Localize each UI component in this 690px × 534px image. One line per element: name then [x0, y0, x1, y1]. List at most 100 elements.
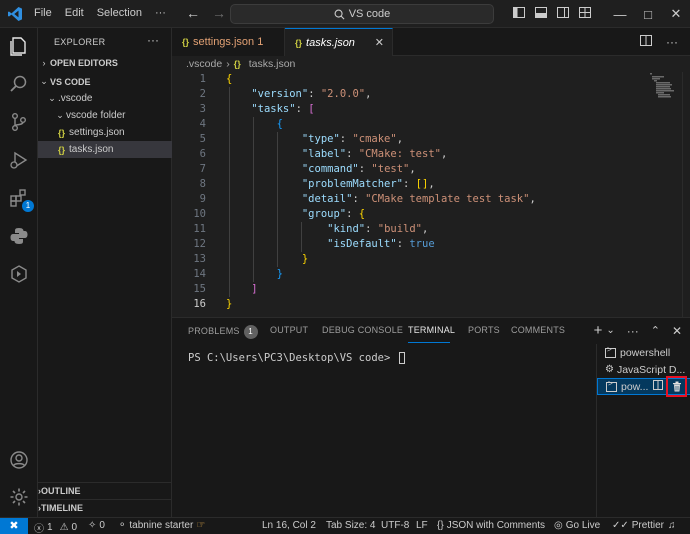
tab-tasks-json[interactable]: {} tasks.json ✕ — [285, 28, 393, 56]
prettier-status[interactable]: ✓✓ Prettier — [612, 520, 664, 531]
json-file-icon: {} — [295, 37, 303, 48]
folder-vscode[interactable]: ⌄ .vscode — [38, 90, 172, 107]
folder-vscode-folder[interactable]: ⌄ vscode folder — [38, 107, 172, 124]
maximize-panel-icon[interactable]: ⌃ — [651, 324, 660, 337]
file-tasks-json[interactable]: {} tasks.json — [38, 141, 172, 158]
more-actions-icon[interactable]: ··· — [627, 324, 639, 338]
check-icon: ✓✓ — [612, 520, 629, 531]
open-editors-label: OPEN EDITORS — [50, 57, 118, 68]
source-control-icon[interactable] — [7, 110, 31, 134]
file-label: settings.json — [69, 127, 125, 138]
json-file-icon: {} — [58, 144, 66, 155]
code-line: 6 "label": "CMake: test", — [199, 148, 448, 160]
active-tab-indicator — [408, 342, 450, 343]
tab-problems[interactable]: PROBLEMS 1 — [188, 325, 258, 339]
terminal-icon — [605, 345, 616, 358]
menu-edit[interactable]: Edit — [65, 7, 84, 19]
close-tab-icon[interactable]: ✕ — [375, 36, 384, 49]
code-line: 10 "group": { — [193, 208, 366, 220]
cursor-position[interactable]: Ln 16, Col 2 — [262, 520, 316, 531]
split-editor-icon[interactable] — [640, 35, 652, 49]
new-terminal-plus-icon[interactable]: + — [594, 322, 603, 339]
maximize-icon[interactable]: □ — [634, 7, 662, 22]
minimap[interactable] — [650, 73, 674, 107]
breadcrumb-folder[interactable]: .vscode — [186, 58, 222, 70]
tab-terminal[interactable]: TERMINAL — [408, 325, 455, 335]
back-arrow-icon[interactable]: ← — [186, 5, 200, 21]
code-line: 3 "tasks": [ — [199, 103, 315, 115]
search-icon — [334, 9, 345, 19]
menu-bar: File Edit Selection ··· — [34, 7, 179, 19]
editor-actions: ··· — [640, 35, 678, 49]
settings-gear-icon[interactable] — [7, 485, 31, 509]
terminal-item-label: powershell — [620, 346, 671, 359]
split-terminal-icon[interactable] — [653, 380, 663, 393]
code-line: 16} — [193, 298, 233, 310]
end-of-line[interactable]: LF — [416, 520, 428, 531]
chevron-down-icon: ⌄ — [56, 110, 64, 120]
close-window-icon[interactable]: ✕ — [662, 6, 690, 22]
terminal-item-pow[interactable]: pow... — [597, 376, 690, 397]
explorer-sidebar: EXPLORER ··· › OPEN EDITORS ⌄ VS CODE ⌄ … — [38, 28, 172, 517]
terminal-output[interactable]: PS C:\Users\PC3\Desktop\VS code> — [188, 352, 405, 364]
problems-count-badge: 1 — [243, 325, 258, 339]
outline-section[interactable]: › OUTLINE — [38, 482, 172, 499]
search-view-icon[interactable] — [7, 72, 31, 96]
tab-debug-console[interactable]: DEBUG CONSOLE — [322, 325, 403, 335]
nav-arrows: ← → — [186, 5, 226, 21]
code-line: 9 "detail": "CMake template test task", — [199, 193, 536, 205]
code-line: 11 "kind": "build", — [193, 223, 429, 235]
go-live-button[interactable]: ◎ Go Live — [554, 520, 600, 531]
breadcrumb-file[interactable]: tasks.json — [249, 58, 296, 70]
language-mode[interactable]: {} JSON with Comments — [437, 520, 545, 531]
menu-file[interactable]: File — [34, 7, 52, 19]
code-editor[interactable]: 1{ 2 "version": "2.0.0", 3 "tasks": [ 4 … — [172, 72, 690, 317]
explorer-icon[interactable] — [7, 34, 31, 58]
code-line: 2 "version": "2.0.0", — [199, 88, 372, 100]
more-actions-icon[interactable]: ··· — [666, 35, 678, 49]
open-editors-section[interactable]: › OPEN EDITORS — [38, 54, 172, 71]
kill-terminal-trash-icon[interactable] — [666, 376, 687, 397]
notifications-bell-icon[interactable]: ♫ — [668, 520, 676, 531]
explorer-more-icon[interactable]: ··· — [147, 33, 159, 47]
bottom-panel: PROBLEMS 1 OUTPUT DEBUG CONSOLE TERMINAL … — [172, 317, 690, 518]
remote-indicator-icon[interactable]: ✖ — [0, 518, 28, 534]
file-settings-json[interactable]: {} settings.json — [38, 124, 172, 141]
remote-explorer-icon[interactable] — [7, 262, 31, 286]
minimize-icon[interactable]: — — [606, 7, 634, 22]
explorer-title: EXPLORER — [54, 37, 106, 47]
customize-layout-icon[interactable] — [574, 7, 596, 21]
broadcast-icon: ◎ — [554, 520, 563, 531]
tabnine-status[interactable]: ⚬ tabnine starter ☞ — [118, 520, 205, 531]
toggle-panel-icon[interactable] — [530, 7, 552, 21]
chevron-down-icon[interactable]: ⌄ — [606, 325, 614, 336]
toggle-secondary-sidebar-icon[interactable] — [552, 7, 574, 21]
tab-size[interactable]: Tab Size: 4 — [326, 520, 375, 531]
editor-scrollbar[interactable] — [682, 72, 690, 317]
account-icon[interactable] — [7, 448, 31, 472]
menu-more[interactable]: ··· — [155, 7, 166, 19]
toggle-sidebar-icon[interactable] — [508, 7, 530, 21]
run-debug-icon[interactable] — [7, 148, 31, 172]
chevron-down-icon: ⌄ — [40, 76, 48, 86]
tab-ports[interactable]: PORTS — [468, 325, 500, 335]
encoding[interactable]: UTF-8 — [381, 520, 409, 531]
code-line: 7 "command": "test", — [199, 163, 416, 175]
workspace-section[interactable]: ⌄ VS CODE — [38, 73, 172, 90]
command-center-search[interactable]: VS code — [230, 4, 494, 24]
terminal-item-label: JavaScript D... — [616, 363, 686, 376]
extensions-icon[interactable]: 1 — [7, 186, 34, 212]
tab-output[interactable]: OUTPUT — [270, 325, 308, 335]
tab-comments[interactable]: COMMENTS — [511, 325, 565, 335]
tab-settings-json[interactable]: {} settings.json 1 — [172, 28, 285, 56]
ports-status[interactable]: ✧ 0 — [88, 520, 105, 531]
terminal-item-powershell[interactable]: powershell — [597, 344, 690, 361]
close-panel-icon[interactable]: ✕ — [672, 324, 682, 338]
hand-icon: ☞ — [196, 520, 206, 531]
terminal-icon — [606, 379, 617, 392]
timeline-section[interactable]: › TIMELINE — [38, 499, 172, 516]
menu-selection[interactable]: Selection — [97, 7, 142, 19]
python-icon[interactable] — [7, 224, 31, 248]
forward-arrow-icon[interactable]: → — [212, 5, 226, 21]
problems-status[interactable]: ⓧ 1 ⚠ 0 — [34, 520, 77, 534]
